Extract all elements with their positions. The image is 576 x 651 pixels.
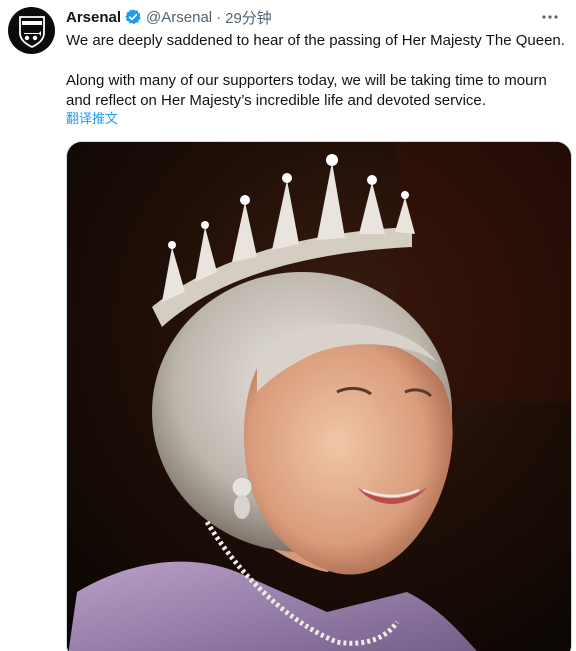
tweet: Arsenal @Arsenal · 29分钟 We are deeply sa…	[0, 0, 576, 651]
verified-badge-icon	[124, 8, 142, 26]
tweet-text-line-3: and reflect on Her Majesty’s incredible …	[66, 92, 486, 109]
tweet-photo[interactable]	[66, 141, 572, 651]
queen-portrait-image	[67, 142, 571, 651]
display-name[interactable]: Arsenal	[66, 9, 121, 26]
translate-tweet-link[interactable]: 翻译推文	[66, 110, 118, 128]
separator-dot: ·	[216, 8, 222, 26]
tweet-text-line-2: Along with many of our supporters today,…	[66, 72, 547, 89]
arsenal-crest-icon	[18, 15, 45, 48]
avatar[interactable]	[8, 7, 55, 54]
handle[interactable]: @Arsenal	[146, 9, 212, 26]
more-options-icon[interactable]	[538, 8, 562, 26]
timestamp[interactable]: 29分钟	[225, 7, 272, 28]
tweet-header: Arsenal @Arsenal · 29分钟	[66, 6, 272, 28]
tweet-text-line-1: We are deeply saddened to hear of the pa…	[66, 32, 565, 49]
